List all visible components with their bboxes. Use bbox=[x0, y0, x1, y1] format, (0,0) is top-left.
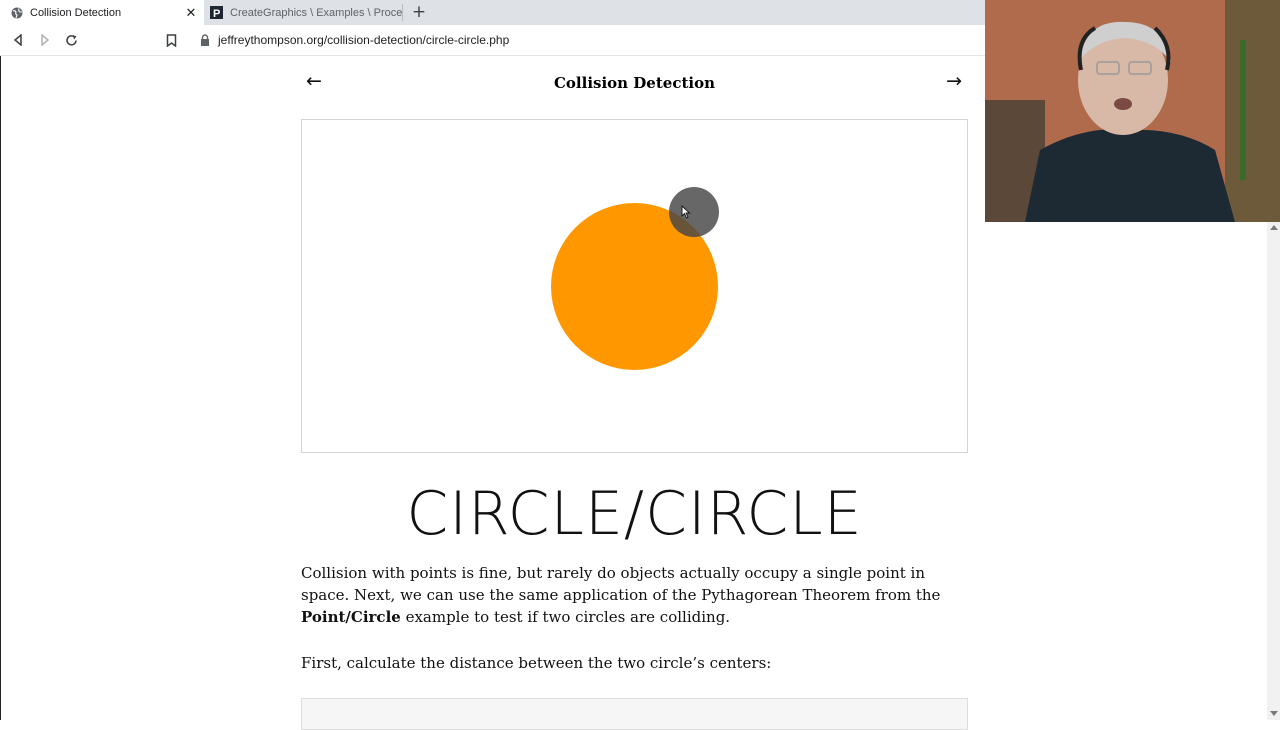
reload-icon[interactable] bbox=[63, 32, 79, 48]
page-heading: CIRCLE/CIRCLE bbox=[406, 479, 863, 549]
svg-text:P: P bbox=[213, 8, 220, 19]
scroll-down-icon[interactable] bbox=[1270, 711, 1278, 716]
mouse-cursor-icon bbox=[681, 205, 691, 219]
new-tab-button[interactable]: + bbox=[410, 3, 428, 21]
tab-title: Collision Detection bbox=[30, 6, 122, 19]
next-arrow-link[interactable]: → bbox=[946, 70, 962, 92]
address-bar[interactable]: jeffreythompson.org/collision-detection/… bbox=[190, 28, 985, 52]
processing-p-icon: P bbox=[210, 6, 223, 19]
mouse-circle bbox=[669, 187, 719, 237]
point-circle-link[interactable]: Point/Circle bbox=[301, 608, 401, 626]
tab-creategraphics[interactable]: P CreateGraphics \ Examples \ Processing bbox=[205, 4, 403, 21]
url-text: jeffreythompson.org/collision-detection/… bbox=[218, 33, 510, 47]
bookmark-icon[interactable] bbox=[163, 32, 179, 48]
browser-toolbar: jeffreythompson.org/collision-detection/… bbox=[0, 25, 985, 56]
tab-collision-detection[interactable]: Collision Detection ✕ bbox=[0, 0, 204, 25]
lock-icon bbox=[200, 33, 212, 47]
forward-icon[interactable] bbox=[37, 32, 53, 48]
tab-strip: Collision Detection ✕ P CreateGraphics \… bbox=[0, 0, 985, 25]
page-scrollbar[interactable] bbox=[1267, 222, 1280, 720]
tab-title: CreateGraphics \ Examples \ Processing bbox=[230, 6, 402, 19]
globe-icon bbox=[10, 6, 23, 19]
webcam-overlay bbox=[985, 0, 1280, 222]
back-icon[interactable] bbox=[10, 32, 26, 48]
scroll-up-icon[interactable] bbox=[1270, 225, 1278, 230]
paragraph-text: Collision with points is fine, but rarel… bbox=[301, 564, 941, 604]
intro-paragraph: Collision with points is fine, but rarel… bbox=[301, 562, 968, 628]
page-nav: ← Collision Detection → bbox=[301, 70, 968, 96]
distance-paragraph: First, calculate the distance between th… bbox=[301, 654, 772, 672]
site-title[interactable]: Collision Detection bbox=[301, 74, 968, 92]
code-block bbox=[301, 698, 968, 730]
close-tab-icon[interactable]: ✕ bbox=[183, 5, 199, 21]
sketch-canvas[interactable] bbox=[301, 119, 968, 453]
paragraph-text: example to test if two circles are colli… bbox=[400, 608, 731, 626]
presenter-video bbox=[985, 0, 1280, 222]
